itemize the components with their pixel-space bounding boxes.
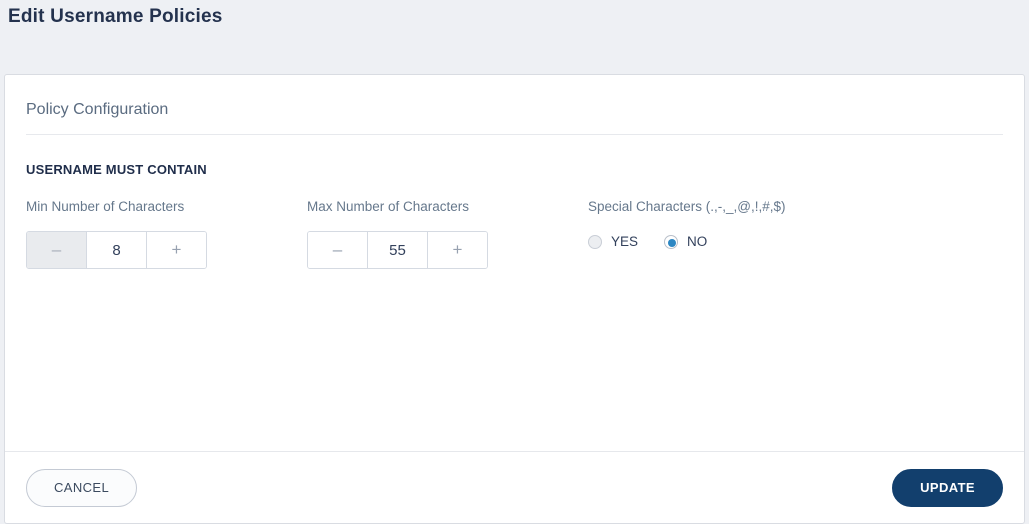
card-header: Policy Configuration (5, 75, 1024, 134)
cancel-button[interactable]: CANCEL (26, 469, 137, 507)
min-characters-label: Min Number of Characters (26, 199, 307, 214)
update-button[interactable]: UPDATE (892, 469, 1003, 507)
card-header-title: Policy Configuration (26, 101, 1003, 119)
max-characters-label: Max Number of Characters (307, 199, 588, 214)
min-decrement-button[interactable]: – (27, 232, 87, 268)
top-bar: Edit Username Policies (0, 0, 1029, 74)
radio-option-no-label: NO (687, 234, 707, 249)
radio-option-yes-label: YES (611, 234, 638, 249)
min-increment-button[interactable]: + (146, 232, 206, 268)
max-characters-stepper: – 55 + (307, 231, 488, 269)
radio-option-no[interactable]: NO (664, 234, 707, 249)
section-label: USERNAME MUST CONTAIN (5, 135, 1024, 177)
max-increment-button[interactable]: + (427, 232, 487, 268)
special-characters-field: Special Characters (.,-,_,@,!,#,$) YES N… (588, 199, 869, 269)
min-characters-value[interactable]: 8 (87, 232, 146, 268)
card-footer: CANCEL UPDATE (5, 451, 1024, 523)
page-title: Edit Username Policies (8, 6, 1021, 28)
policy-configuration-card: Policy Configuration USERNAME MUST CONTA… (4, 74, 1025, 524)
radio-icon (664, 235, 678, 249)
radio-option-yes[interactable]: YES (588, 234, 638, 249)
min-characters-field: Min Number of Characters – 8 + (26, 199, 307, 269)
min-characters-stepper: – 8 + (26, 231, 207, 269)
fields-row: Min Number of Characters – 8 + Max Numbe… (5, 177, 1024, 269)
special-characters-label: Special Characters (.,-,_,@,!,#,$) (588, 199, 869, 214)
radio-icon (588, 235, 602, 249)
max-characters-field: Max Number of Characters – 55 + (307, 199, 588, 269)
max-characters-value[interactable]: 55 (368, 232, 427, 268)
special-characters-radio-group: YES NO (588, 234, 869, 249)
max-decrement-button[interactable]: – (308, 232, 368, 268)
